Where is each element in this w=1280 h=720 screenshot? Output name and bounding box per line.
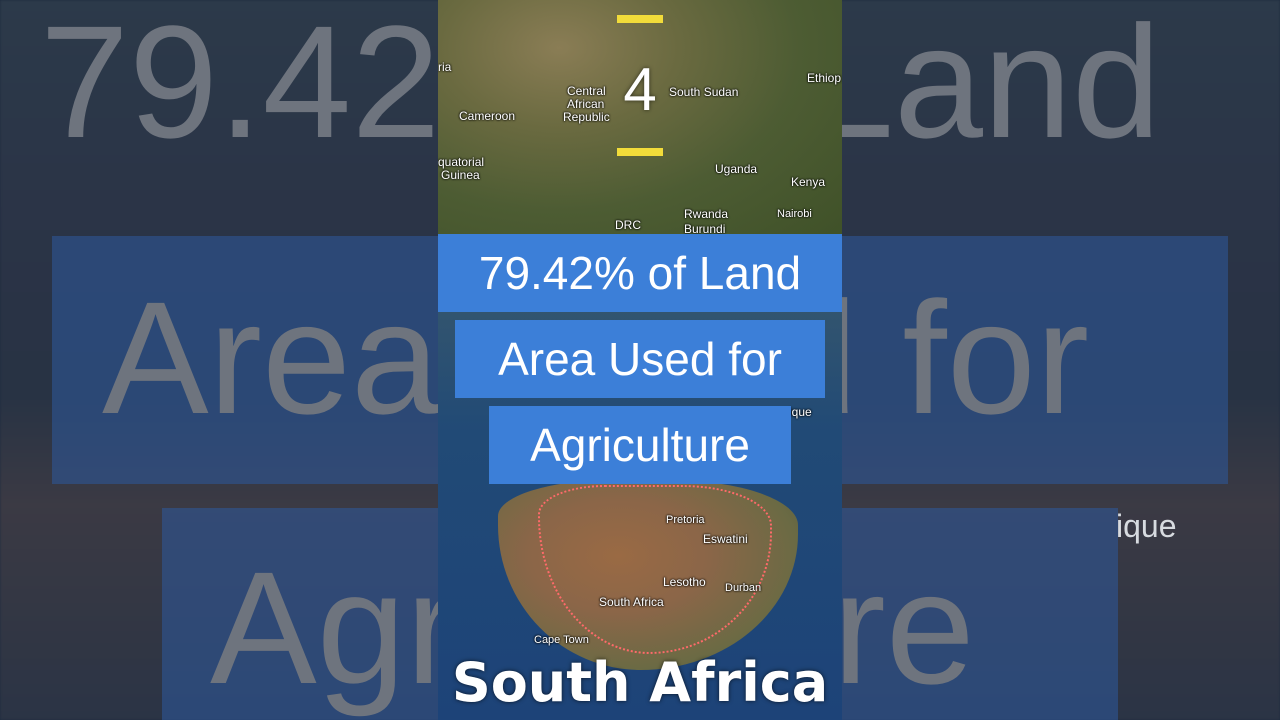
caption-line-3: Agriculture bbox=[489, 406, 791, 484]
rank-number: 4 bbox=[623, 56, 657, 123]
map-label-nairobi: Nairobi bbox=[777, 208, 812, 220]
map-label-drc: DRC bbox=[615, 218, 641, 232]
background-text-mozambique: ique bbox=[1116, 508, 1177, 544]
map-label-uganda: Uganda bbox=[715, 162, 758, 176]
caption-line-2: Area Used for bbox=[455, 320, 825, 398]
map-label-south-africa: South Africa bbox=[599, 595, 664, 609]
map-label-ethiopia: Ethiop bbox=[807, 71, 842, 85]
map-label-lesotho: Lesotho bbox=[663, 575, 706, 589]
map-label-mozambique: ique bbox=[789, 405, 812, 419]
rank-dash-bottom bbox=[617, 148, 663, 156]
map-label-cape-town: Cape Town bbox=[534, 634, 589, 646]
country-title: South Africa bbox=[451, 651, 829, 714]
map-label-eswatini: Eswatini bbox=[703, 532, 748, 546]
map-label-durban: Durban bbox=[725, 582, 762, 594]
map-label-pretoria: Pretoria bbox=[666, 514, 705, 526]
map-label-rwanda: Rwanda bbox=[684, 207, 729, 221]
map-label-cameroon: Cameroon bbox=[459, 109, 516, 123]
map-label-nigeria: ria bbox=[438, 60, 452, 74]
map-label-eq-guinea-2: Guinea bbox=[441, 168, 480, 182]
rank-dash-top bbox=[617, 15, 663, 23]
caption-line-1: 79.42% of Land bbox=[438, 234, 842, 312]
map-label-kenya: Kenya bbox=[791, 175, 826, 189]
